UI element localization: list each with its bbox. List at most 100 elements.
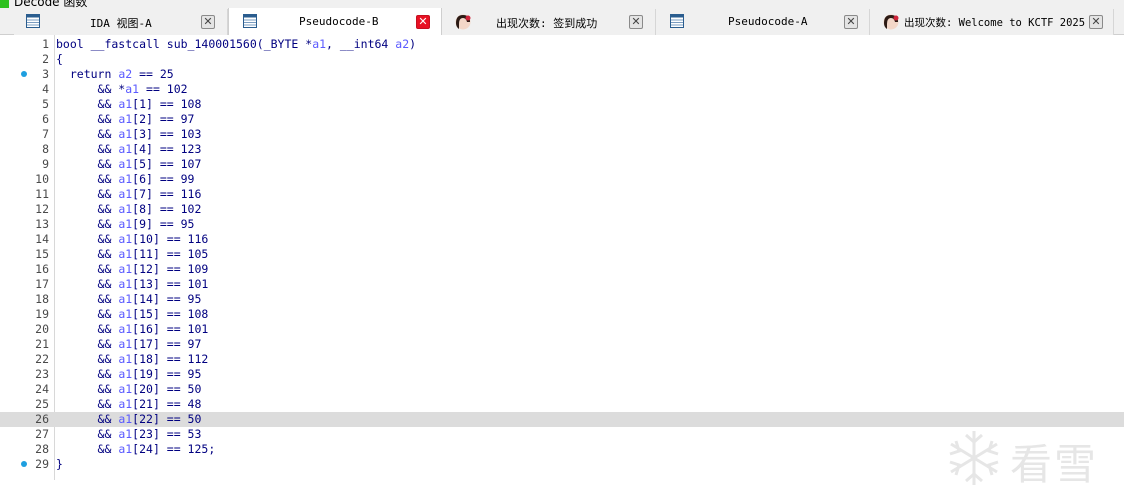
tab-ida-view-a[interactable]: IDA 视图-A ✕ <box>14 9 228 35</box>
code-text: && a1[5] == 107 <box>56 157 202 171</box>
code-text: && a1[19] == 95 <box>56 367 202 381</box>
code-line[interactable]: 5 && a1[1] == 108 <box>0 97 1124 112</box>
avatar-icon <box>883 14 899 30</box>
code-text: && a1[10] == 116 <box>56 232 209 246</box>
code-text: && a1[12] == 109 <box>56 262 209 276</box>
code-line[interactable]: 14 && a1[10] == 116 <box>0 232 1124 247</box>
code-line[interactable]: 4 && *a1 == 102 <box>0 82 1124 97</box>
code-text: && a1[18] == 112 <box>56 352 209 366</box>
pseudocode-editor[interactable]: 1 bool __fastcall sub_140001560(_BYTE *a1… <box>0 35 1124 489</box>
watermark-text: 看雪 <box>1010 440 1099 489</box>
code-text: && a1[8] == 102 <box>56 202 202 216</box>
code-text: && a1[20] == 50 <box>56 382 202 396</box>
line-number: 1 <box>42 37 49 51</box>
code-text: { <box>56 52 63 66</box>
line-number: 27 <box>35 427 49 441</box>
code-line[interactable]: 18 && a1[14] == 95 <box>0 292 1124 307</box>
code-line[interactable]: 25 && a1[21] == 48 <box>0 397 1124 412</box>
line-number: 2 <box>42 52 49 66</box>
code-line[interactable]: 8 && a1[4] == 123 <box>0 142 1124 157</box>
code-text: && a1[21] == 48 <box>56 397 202 411</box>
line-number: 20 <box>35 322 49 336</box>
tab-occurrences-welcome[interactable]: 出现次数: Welcome to KCTF 2025 ✕ <box>870 9 1114 35</box>
kanxue-watermark: 看雪 <box>944 427 1109 497</box>
code-text: && a1[9] == 95 <box>56 217 195 231</box>
code-text: return a2 == 25 <box>56 67 174 81</box>
code-text: && a1[13] == 101 <box>56 277 209 291</box>
code-text: && a1[1] == 108 <box>56 97 202 111</box>
code-line[interactable]: 23 && a1[19] == 95 <box>0 367 1124 382</box>
line-number: 19 <box>35 307 49 321</box>
tab-pseudocode-a[interactable]: Pseudocode-A ✕ <box>656 9 870 35</box>
code-line[interactable]: 11 && a1[7] == 116 <box>0 187 1124 202</box>
line-number: 6 <box>42 112 49 126</box>
window-title-bar: Decode 函数 <box>0 0 1124 8</box>
code-line[interactable]: 20 && a1[16] == 101 <box>0 322 1124 337</box>
line-number: 15 <box>35 247 49 261</box>
tab-label: 出现次数: Welcome to KCTF 2025 <box>904 17 1086 29</box>
line-number: 4 <box>42 82 49 96</box>
line-number: 23 <box>35 367 49 381</box>
code-line[interactable]: 7 && a1[3] == 103 <box>0 127 1124 142</box>
line-number: 11 <box>35 187 49 201</box>
table-icon <box>243 14 257 28</box>
close-icon[interactable]: ✕ <box>1089 15 1103 29</box>
table-icon <box>26 14 40 28</box>
line-number: 28 <box>35 442 49 456</box>
line-number: 14 <box>35 232 49 246</box>
code-line[interactable]: 24 && a1[20] == 50 <box>0 382 1124 397</box>
close-icon[interactable]: ✕ <box>844 15 858 29</box>
code-line[interactable]: 6 && a1[2] == 97 <box>0 112 1124 127</box>
code-line[interactable]: 10 && a1[6] == 99 <box>0 172 1124 187</box>
code-line[interactable]: 15 && a1[11] == 105 <box>0 247 1124 262</box>
line-number: 29 <box>35 457 49 471</box>
line-number: 17 <box>35 277 49 291</box>
code-line[interactable]: 26 && a1[22] == 50 <box>0 412 1124 427</box>
line-number: 18 <box>35 292 49 306</box>
window-title: Decode 函数 <box>14 0 88 8</box>
code-line[interactable]: 3 return a2 == 25 <box>0 67 1124 82</box>
code-line[interactable]: 9 && a1[5] == 107 <box>0 157 1124 172</box>
code-text: && a1[3] == 103 <box>56 127 202 141</box>
code-line[interactable]: 17 && a1[13] == 101 <box>0 277 1124 292</box>
line-number: 10 <box>35 172 49 186</box>
line-number: 24 <box>35 382 49 396</box>
code-text: bool __fastcall sub_140001560(_BYTE *a1,… <box>56 37 417 51</box>
code-text: && a1[16] == 101 <box>56 322 209 336</box>
code-line[interactable]: 21 && a1[17] == 97 <box>0 337 1124 352</box>
close-icon[interactable]: ✕ <box>416 15 430 29</box>
code-text: && a1[6] == 99 <box>56 172 195 186</box>
tab-occurrences-signin[interactable]: 出现次数: 签到成功 ✕ <box>442 9 656 35</box>
code-text: && a1[7] == 116 <box>56 187 202 201</box>
code-text: && a1[17] == 97 <box>56 337 202 351</box>
code-line[interactable]: 16 && a1[12] == 109 <box>0 262 1124 277</box>
line-number: 8 <box>42 142 49 156</box>
tab-label: 出现次数: 签到成功 <box>496 17 598 30</box>
app-icon <box>0 0 9 8</box>
line-number: 13 <box>35 217 49 231</box>
code-line[interactable]: 1 bool __fastcall sub_140001560(_BYTE *a1… <box>0 37 1124 52</box>
tab-pseudocode-b[interactable]: Pseudocode-B ✕ <box>228 8 442 35</box>
close-icon[interactable]: ✕ <box>629 15 643 29</box>
tab-label: Pseudocode-A <box>728 15 808 28</box>
code-line[interactable]: 22 && a1[18] == 112 <box>0 352 1124 367</box>
code-text: && *a1 == 102 <box>56 82 188 96</box>
code-text: && a1[11] == 105 <box>56 247 209 261</box>
code-text: && a1[4] == 123 <box>56 142 202 156</box>
line-number: 9 <box>42 157 49 171</box>
line-number: 7 <box>42 127 49 141</box>
code-line[interactable]: 19 && a1[15] == 108 <box>0 307 1124 322</box>
code-text: && a1[15] == 108 <box>56 307 209 321</box>
code-line[interactable]: 13 && a1[9] == 95 <box>0 217 1124 232</box>
code-text: } <box>56 457 63 471</box>
code-line[interactable]: 12 && a1[8] == 102 <box>0 202 1124 217</box>
tab-label: IDA 视图-A <box>90 17 152 30</box>
line-number: 16 <box>35 262 49 276</box>
tab-bar: IDA 视图-A ✕ Pseudocode-B ✕ 出现次数: 签到成功 ✕ P… <box>0 8 1124 35</box>
line-number: 5 <box>42 97 49 111</box>
close-icon[interactable]: ✕ <box>201 15 215 29</box>
code-line[interactable]: 2{ <box>0 52 1124 67</box>
avatar-icon <box>455 14 471 30</box>
code-text: && a1[2] == 97 <box>56 112 195 126</box>
line-number: 25 <box>35 397 49 411</box>
